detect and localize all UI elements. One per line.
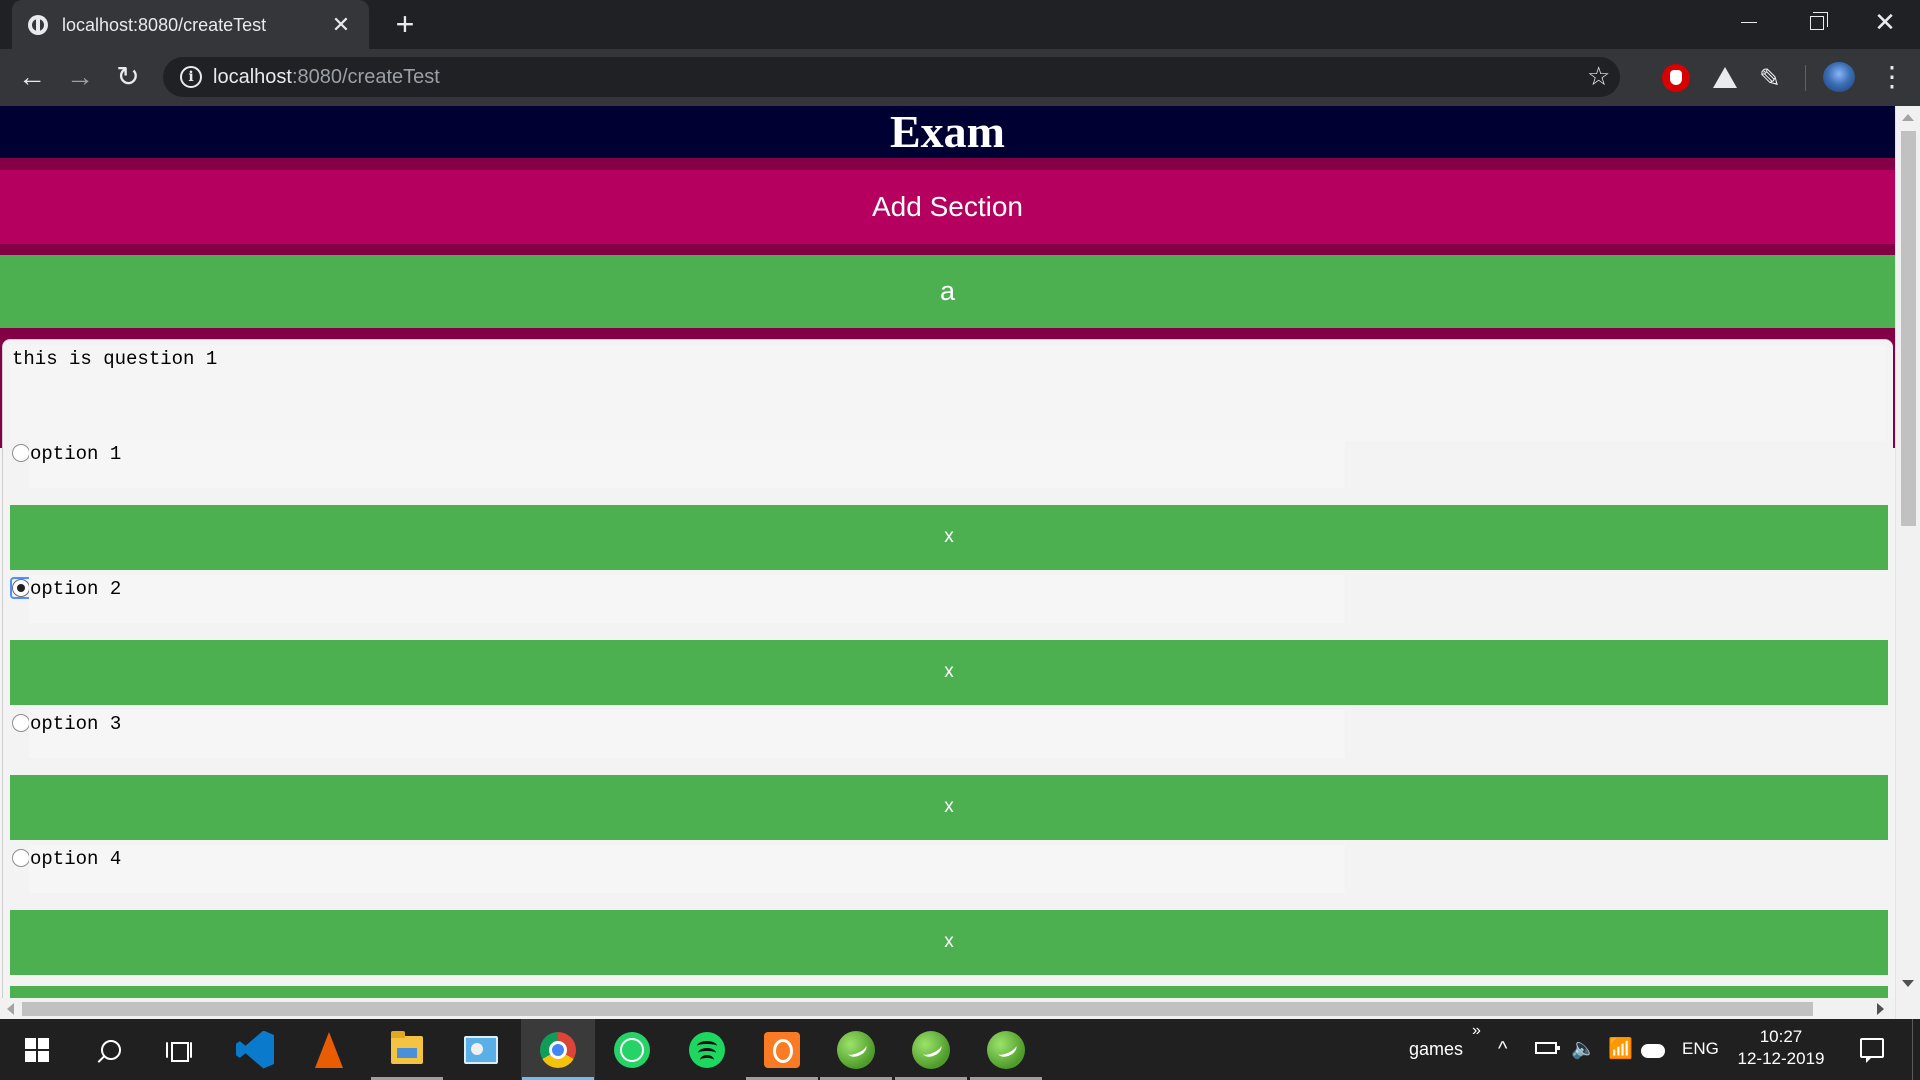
info-icon[interactable]: i: [180, 66, 202, 88]
adblock-icon[interactable]: [1662, 64, 1690, 92]
vscode-button[interactable]: [218, 1019, 292, 1080]
minimize-button[interactable]: [1720, 0, 1778, 45]
battery-icon[interactable]: [1535, 1042, 1560, 1054]
xampp-icon: [764, 1031, 800, 1068]
profile-avatar[interactable]: [1823, 62, 1855, 92]
spring-tool-button[interactable]: [894, 1019, 968, 1080]
spotify-button[interactable]: [670, 1019, 744, 1080]
toolbar-separator: [1805, 65, 1806, 91]
spring-tool-icon: [837, 1030, 875, 1069]
cloud-upload-icon[interactable]: [1641, 1044, 1665, 1058]
reload-button[interactable]: ↻: [110, 60, 146, 96]
vscode-icon: [236, 1030, 274, 1069]
section-button[interactable]: a: [0, 255, 1895, 328]
page-viewport: Exam Add Section a this is question 1 op…: [0, 106, 1920, 1019]
option-radio[interactable]: [12, 849, 30, 867]
tab-close-button[interactable]: ✕: [329, 13, 353, 37]
delete-option-button[interactable]: x: [10, 775, 1888, 840]
bookmark-star-icon[interactable]: ☆: [1587, 61, 1610, 92]
delete-option-button[interactable]: x: [10, 910, 1888, 975]
chrome-icon: [540, 1031, 576, 1068]
drive-icon[interactable]: [1711, 64, 1739, 92]
scroll-down-icon[interactable]: [1902, 980, 1914, 987]
clock-time: 10:27: [1759, 1027, 1803, 1046]
tab-strip: localhost:8080/createTest ✕ + ✕: [0, 0, 1920, 50]
url-host: localhost: [213, 66, 292, 88]
vertical-scrollbar[interactable]: [1895, 106, 1920, 1019]
url-path: :8080/createTest: [291, 66, 440, 88]
globe-icon: [28, 15, 48, 35]
page-title: Exam: [0, 106, 1895, 158]
question-panel: this is question 1 option 1 x option 2 x…: [2, 339, 1893, 1019]
network-icon[interactable]: 📶: [1608, 1037, 1633, 1061]
minimize-icon: [1741, 22, 1757, 23]
option-input[interactable]: option 1: [29, 440, 1345, 488]
scroll-thumb[interactable]: [1901, 131, 1916, 526]
show-hidden-icons-icon[interactable]: ^: [1498, 1037, 1507, 1061]
scroll-up-icon[interactable]: [1902, 114, 1914, 121]
show-desktop-button[interactable]: [1912, 1019, 1913, 1080]
pen-icon[interactable]: ✎: [1759, 64, 1787, 92]
scroll-right-icon[interactable]: [1877, 1003, 1884, 1015]
task-view-icon: [166, 1039, 192, 1062]
notification-icon[interactable]: [1860, 1038, 1884, 1063]
option-input[interactable]: option 4: [29, 845, 1345, 893]
delete-option-button[interactable]: x: [10, 640, 1888, 705]
search-icon: [101, 1039, 121, 1060]
chrome-button[interactable]: [521, 1019, 595, 1080]
file-explorer-button[interactable]: [370, 1019, 444, 1080]
language-indicator[interactable]: ENG: [1682, 1039, 1719, 1059]
restore-button[interactable]: [1788, 0, 1846, 45]
delete-option-button[interactable]: x: [10, 505, 1888, 570]
spring-tool-icon: [987, 1030, 1025, 1069]
control-panel-icon: [464, 1035, 498, 1064]
option-row: option 3: [10, 710, 1886, 758]
new-tab-button[interactable]: +: [390, 8, 420, 40]
browser-tab[interactable]: localhost:8080/createTest ✕: [12, 0, 369, 50]
spotify-icon: [689, 1031, 725, 1068]
scroll-left-icon[interactable]: [7, 1003, 14, 1015]
window-close-button[interactable]: ✕: [1856, 0, 1914, 45]
xampp-button[interactable]: [745, 1019, 819, 1080]
clock-date: 12-12-2019: [1737, 1049, 1825, 1068]
forward-button[interactable]: →: [62, 60, 98, 96]
browser-toolbar: ← → ↻ i localhost:8080/createTest ☆ ✎ ⋮: [0, 49, 1920, 106]
spring-tool-button[interactable]: [969, 1019, 1043, 1080]
option-row: option 4: [10, 845, 1886, 893]
chevron-icon[interactable]: »: [1472, 1022, 1481, 1040]
spring-tool-icon: [912, 1030, 950, 1069]
option-row: option 2: [10, 575, 1886, 623]
whatsapp-icon: [614, 1031, 650, 1068]
whatsapp-button[interactable]: [595, 1019, 669, 1080]
scroll-thumb[interactable]: [22, 1002, 1813, 1016]
add-section-button[interactable]: Add Section: [0, 170, 1895, 244]
option-radio[interactable]: [10, 577, 32, 599]
taskbar: games » ^ 🔈 📶 ENG 10:27 12-12-2019: [0, 1019, 1920, 1080]
horizontal-scrollbar[interactable]: [0, 998, 1895, 1019]
clock[interactable]: 10:27 12-12-2019: [1730, 1026, 1832, 1070]
address-bar[interactable]: i localhost:8080/createTest ☆: [163, 57, 1620, 97]
restore-icon: [1810, 11, 1828, 30]
start-button[interactable]: [0, 1019, 74, 1080]
search-button[interactable]: [74, 1019, 148, 1080]
option-radio[interactable]: [12, 444, 30, 462]
spring-tool-button[interactable]: [819, 1019, 893, 1080]
games-toolbar-label[interactable]: games: [1409, 1039, 1463, 1060]
task-view-button[interactable]: [142, 1019, 216, 1080]
option-radio[interactable]: [12, 714, 30, 732]
option-input[interactable]: option 3: [29, 710, 1345, 758]
option-input[interactable]: option 2: [29, 575, 1345, 623]
tab-title: localhost:8080/createTest: [62, 14, 267, 35]
menu-dots-icon[interactable]: ⋮: [1878, 61, 1906, 93]
back-button[interactable]: ←: [14, 60, 50, 96]
volume-icon[interactable]: 🔈: [1571, 1037, 1596, 1061]
question-text-field[interactable]: this is question 1: [10, 345, 1886, 441]
vlc-icon: [315, 1031, 343, 1068]
url-text[interactable]: localhost:8080/createTest: [213, 66, 440, 89]
control-panel-button[interactable]: [444, 1019, 518, 1080]
file-explorer-icon: [391, 1030, 423, 1064]
option-row: option 1: [10, 440, 1886, 488]
vlc-button[interactable]: [292, 1019, 366, 1080]
windows-icon: [25, 1037, 49, 1062]
